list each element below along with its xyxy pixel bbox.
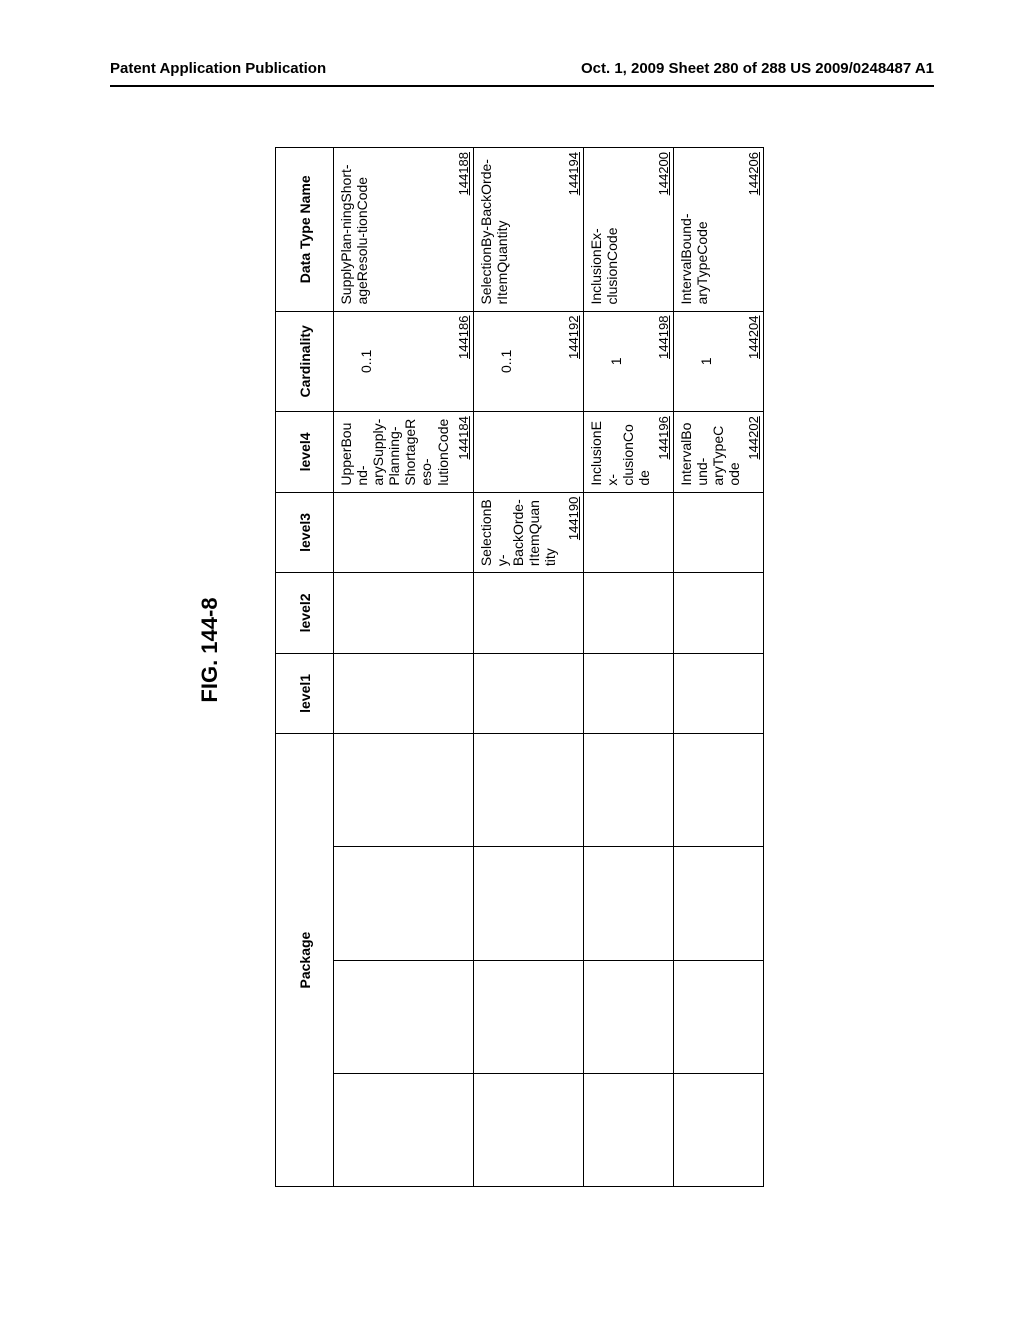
- ref-number: 144206: [746, 152, 761, 195]
- cell-level3: [674, 492, 764, 573]
- ref-number: 144188: [456, 152, 471, 195]
- cell-pkg: [674, 1073, 764, 1186]
- cell-level4: InclusionEx-clusionCode 144196: [584, 412, 674, 493]
- header-left: Patent Application Publication: [110, 60, 326, 77]
- ref-number: 144202: [746, 416, 761, 459]
- cell-data-type-name: IntervalBound-aryTypeCode 144206: [674, 148, 764, 312]
- cell-text: InclusionEx-clusionCode: [588, 421, 652, 486]
- cell-pkg: [584, 734, 674, 847]
- cell-level2: [474, 573, 584, 654]
- figure-area: FIG. 144-8 Package level1 level2 level3 …: [110, 147, 934, 1187]
- cell-level1: [474, 653, 584, 734]
- cell-pkg: [474, 847, 584, 960]
- cell-data-type-name: SelectionBy-BackOrde-rItemQuantity 14419…: [474, 148, 584, 312]
- cell-text: SelectionBy-BackOrde-rItemQuantity: [478, 499, 558, 566]
- cell-pkg: [584, 847, 674, 960]
- ref-number: 144190: [566, 497, 581, 540]
- cell-level2: [334, 573, 474, 654]
- cell-level1: [674, 653, 764, 734]
- ref-number: 144200: [656, 152, 671, 195]
- cell-text: SupplyPlan-ningShort-ageResolu-tionCode: [338, 164, 370, 304]
- cell-level2: [674, 573, 764, 654]
- cell-pkg: [334, 847, 474, 960]
- cell-text: UpperBound-arySupply-Planning-ShortageRe…: [338, 419, 451, 486]
- cell-pkg: [584, 960, 674, 1073]
- cell-pkg: [584, 1073, 674, 1186]
- col-level1: level1: [276, 653, 334, 734]
- figure-title: FIG. 144-8: [197, 597, 223, 702]
- col-level3: level3: [276, 492, 334, 573]
- cell-text: IntervalBound-aryTypeCode: [678, 423, 742, 486]
- table-row: IntervalBound-aryTypeCode 144202 1 14420…: [674, 148, 764, 1187]
- ref-number: 144204: [746, 316, 761, 359]
- table-row: SelectionBy-BackOrde-rItemQuantity 14419…: [474, 148, 584, 1187]
- cell-text: InclusionEx-clusionCode: [588, 227, 620, 304]
- cell-text: 0..1: [478, 318, 514, 406]
- header-right: Oct. 1, 2009 Sheet 280 of 288 US 2009/02…: [581, 60, 934, 77]
- cell-pkg: [674, 847, 764, 960]
- ref-number: 144196: [656, 416, 671, 459]
- cell-cardinality: 1 144204: [674, 311, 764, 412]
- col-level2: level2: [276, 573, 334, 654]
- table-wrap: Package level1 level2 level3 level4 Card…: [275, 147, 764, 1187]
- header-row: Package level1 level2 level3 level4 Card…: [276, 148, 334, 1187]
- col-data-type-name: Data Type Name: [276, 148, 334, 312]
- col-cardinality: Cardinality: [276, 311, 334, 412]
- ref-number: 144192: [566, 316, 581, 359]
- figure-table: Package level1 level2 level3 level4 Card…: [275, 147, 764, 1187]
- cell-cardinality: 1 144198: [584, 311, 674, 412]
- ref-number: 144186: [456, 316, 471, 359]
- cell-pkg: [474, 960, 584, 1073]
- cell-pkg: [334, 1073, 474, 1186]
- cell-level1: [334, 653, 474, 734]
- cell-pkg: [334, 960, 474, 1073]
- ref-number: 144194: [566, 152, 581, 195]
- col-package: Package: [276, 734, 334, 1187]
- cell-text: 1: [588, 318, 624, 406]
- cell-text: IntervalBound-aryTypeCode: [678, 213, 710, 304]
- cell-data-type-name: SupplyPlan-ningShort-ageResolu-tionCode …: [334, 148, 474, 312]
- cell-text: SelectionBy-BackOrde-rItemQuantity: [478, 159, 510, 305]
- cell-data-type-name: InclusionEx-clusionCode 144200: [584, 148, 674, 312]
- table-row: UpperBound-arySupply-Planning-ShortageRe…: [334, 148, 474, 1187]
- cell-text: 0..1: [338, 318, 374, 406]
- cell-level3: [584, 492, 674, 573]
- cell-cardinality: 0..1 144192: [474, 311, 584, 412]
- cell-pkg: [674, 960, 764, 1073]
- cell-pkg: [474, 734, 584, 847]
- page: Patent Application Publication Oct. 1, 2…: [0, 0, 1024, 1320]
- cell-text: 1: [678, 318, 714, 406]
- cell-level4: UpperBound-arySupply-Planning-ShortageRe…: [334, 412, 474, 493]
- cell-level4: IntervalBound-aryTypeCode 144202: [674, 412, 764, 493]
- cell-level4: [474, 412, 584, 493]
- cell-pkg: [474, 1073, 584, 1186]
- page-header: Patent Application Publication Oct. 1, 2…: [110, 60, 934, 87]
- cell-level3: [334, 492, 474, 573]
- ref-number: 144184: [456, 416, 471, 459]
- cell-level3: SelectionBy-BackOrde-rItemQuantity 14419…: [474, 492, 584, 573]
- cell-cardinality: 0..1 144186: [334, 311, 474, 412]
- table-row: InclusionEx-clusionCode 144196 1 144198 …: [584, 148, 674, 1187]
- col-level4: level4: [276, 412, 334, 493]
- ref-number: 144198: [656, 316, 671, 359]
- cell-level2: [584, 573, 674, 654]
- cell-pkg: [674, 734, 764, 847]
- cell-level1: [584, 653, 674, 734]
- cell-pkg: [334, 734, 474, 847]
